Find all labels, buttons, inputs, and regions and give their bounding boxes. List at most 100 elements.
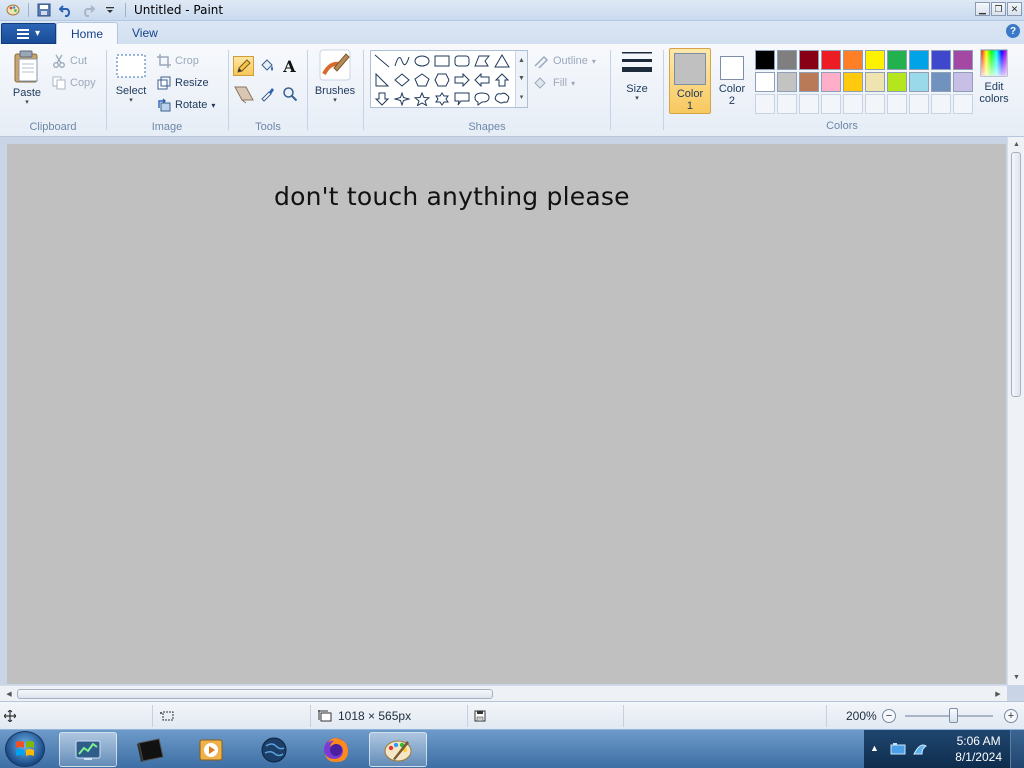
custom-color-slot[interactable] xyxy=(865,94,885,114)
custom-color-slot[interactable] xyxy=(755,94,775,114)
save-icon[interactable] xyxy=(36,2,52,18)
palette-color-swatch[interactable] xyxy=(953,50,973,70)
palette-color-swatch[interactable] xyxy=(777,50,797,70)
magnifier-tool[interactable] xyxy=(279,84,300,104)
taskbar-firefox[interactable] xyxy=(307,732,365,767)
vertical-scroll-thumb[interactable] xyxy=(1011,152,1021,397)
oval-shape[interactable] xyxy=(412,51,432,71)
clock[interactable]: 5:06 AM 8/1/2024 xyxy=(955,733,1002,765)
palette-color-swatch[interactable] xyxy=(887,72,907,92)
custom-color-slot[interactable] xyxy=(799,94,819,114)
copy-button[interactable]: Copy xyxy=(52,74,96,92)
crop-button[interactable]: Crop xyxy=(157,52,199,70)
palette-color-swatch[interactable] xyxy=(777,72,797,92)
taskbar-media-player[interactable] xyxy=(182,732,240,767)
palette-color-swatch[interactable] xyxy=(821,72,841,92)
cut-button[interactable]: Cut xyxy=(52,52,87,70)
custom-color-slot[interactable] xyxy=(931,94,951,114)
palette-color-swatch[interactable] xyxy=(755,72,775,92)
fill-button[interactable]: Fill ▾ xyxy=(533,74,575,92)
up-arrow-shape[interactable] xyxy=(492,70,512,90)
palette-color-swatch[interactable] xyxy=(843,72,863,92)
scroll-down-icon[interactable]: ▼ xyxy=(1008,670,1024,685)
horizontal-scroll-thumb[interactable] xyxy=(17,689,493,699)
right-arrow-shape[interactable] xyxy=(452,70,472,90)
down-arrow-shape[interactable] xyxy=(372,89,392,109)
fill-tool[interactable] xyxy=(256,56,277,76)
palette-color-swatch[interactable] xyxy=(887,50,907,70)
color-picker-tool[interactable] xyxy=(256,84,277,104)
customize-qa-dropdown-icon[interactable] xyxy=(102,2,118,18)
palette-color-swatch[interactable] xyxy=(821,50,841,70)
taskbar-terminal[interactable] xyxy=(121,732,179,767)
palette-color-swatch[interactable] xyxy=(953,72,973,92)
palette-color-swatch[interactable] xyxy=(931,72,951,92)
oval-callout-shape[interactable] xyxy=(472,89,492,109)
curve-shape[interactable] xyxy=(392,51,412,71)
palette-color-swatch[interactable] xyxy=(865,72,885,92)
scroll-up-icon[interactable]: ▲ xyxy=(1008,137,1024,152)
eraser-tool[interactable] xyxy=(233,84,254,104)
six-point-star-shape[interactable] xyxy=(432,89,452,109)
maximize-button[interactable]: ❐ xyxy=(991,2,1006,16)
minimize-button[interactable]: ▁ xyxy=(975,2,990,16)
palette-color-swatch[interactable] xyxy=(799,50,819,70)
color2-button[interactable]: Color 2 xyxy=(714,48,750,114)
left-arrow-shape[interactable] xyxy=(472,70,492,90)
outline-button[interactable]: Outline ▾ xyxy=(533,52,596,70)
line-shape[interactable] xyxy=(372,51,392,71)
palette-color-swatch[interactable] xyxy=(799,72,819,92)
undo-icon[interactable] xyxy=(58,2,74,18)
rounded-rectangle-shape[interactable] xyxy=(452,51,472,71)
palette-color-swatch[interactable] xyxy=(931,50,951,70)
taskbar-browser-globe[interactable] xyxy=(245,732,303,767)
zoom-out-button[interactable]: − xyxy=(882,709,896,723)
close-button[interactable]: ✕ xyxy=(1007,2,1022,16)
custom-color-slot[interactable] xyxy=(909,94,929,114)
show-hidden-icons-icon[interactable]: ▲ xyxy=(870,743,879,753)
paint-menu-button[interactable]: ▾ xyxy=(1,23,56,44)
paste-button[interactable]: Paste ▾ xyxy=(8,50,46,107)
triangle-shape[interactable] xyxy=(492,51,512,71)
hexagon-shape[interactable] xyxy=(432,70,452,90)
palette-color-swatch[interactable] xyxy=(843,50,863,70)
help-icon[interactable]: ? xyxy=(1006,24,1020,38)
color1-button[interactable]: Color 1 xyxy=(669,48,711,114)
rectangular-callout-shape[interactable] xyxy=(452,89,472,109)
network-icon[interactable] xyxy=(912,740,928,758)
palette-color-swatch[interactable] xyxy=(755,50,775,70)
pencil-tool[interactable] xyxy=(233,56,254,76)
tab-home[interactable]: Home xyxy=(56,22,119,44)
edit-colors-button[interactable]: Edit colors xyxy=(974,48,1014,105)
resize-button[interactable]: Resize xyxy=(157,74,209,92)
custom-color-slot[interactable] xyxy=(821,94,841,114)
horizontal-scrollbar[interactable]: ◀ ▶ xyxy=(0,685,1007,701)
five-point-star-shape[interactable] xyxy=(412,89,432,109)
scroll-left-icon[interactable]: ◀ xyxy=(2,686,16,701)
custom-color-slot[interactable] xyxy=(953,94,973,114)
right-triangle-shape[interactable] xyxy=(372,70,392,90)
paint-app-icon[interactable] xyxy=(5,2,21,18)
taskbar-paint[interactable] xyxy=(369,732,427,767)
drawing-canvas[interactable]: don't touch anything please xyxy=(7,144,1006,684)
diamond-shape[interactable] xyxy=(392,70,412,90)
palette-color-swatch[interactable] xyxy=(909,72,929,92)
rotate-button[interactable]: Rotate ▾ xyxy=(157,96,215,114)
taskbar-task-manager[interactable] xyxy=(59,732,117,767)
start-button[interactable] xyxy=(5,731,45,767)
action-center-icon[interactable] xyxy=(890,741,906,757)
scroll-right-icon[interactable]: ▶ xyxy=(991,686,1005,701)
palette-color-swatch[interactable] xyxy=(865,50,885,70)
custom-color-slot[interactable] xyxy=(843,94,863,114)
palette-color-swatch[interactable] xyxy=(909,50,929,70)
redo-icon[interactable] xyxy=(80,2,96,18)
text-tool[interactable]: A xyxy=(279,56,300,76)
shapes-scroll[interactable]: ▲ ▼ ▾ xyxy=(515,51,527,107)
custom-color-slot[interactable] xyxy=(887,94,907,114)
vertical-scrollbar[interactable]: ▲ ▼ xyxy=(1007,137,1024,685)
pentagon-shape[interactable] xyxy=(412,70,432,90)
cloud-callout-shape[interactable] xyxy=(492,89,512,109)
custom-color-slot[interactable] xyxy=(777,94,797,114)
polygon-shape[interactable] xyxy=(472,51,492,71)
zoom-in-button[interactable]: + xyxy=(1004,709,1018,723)
